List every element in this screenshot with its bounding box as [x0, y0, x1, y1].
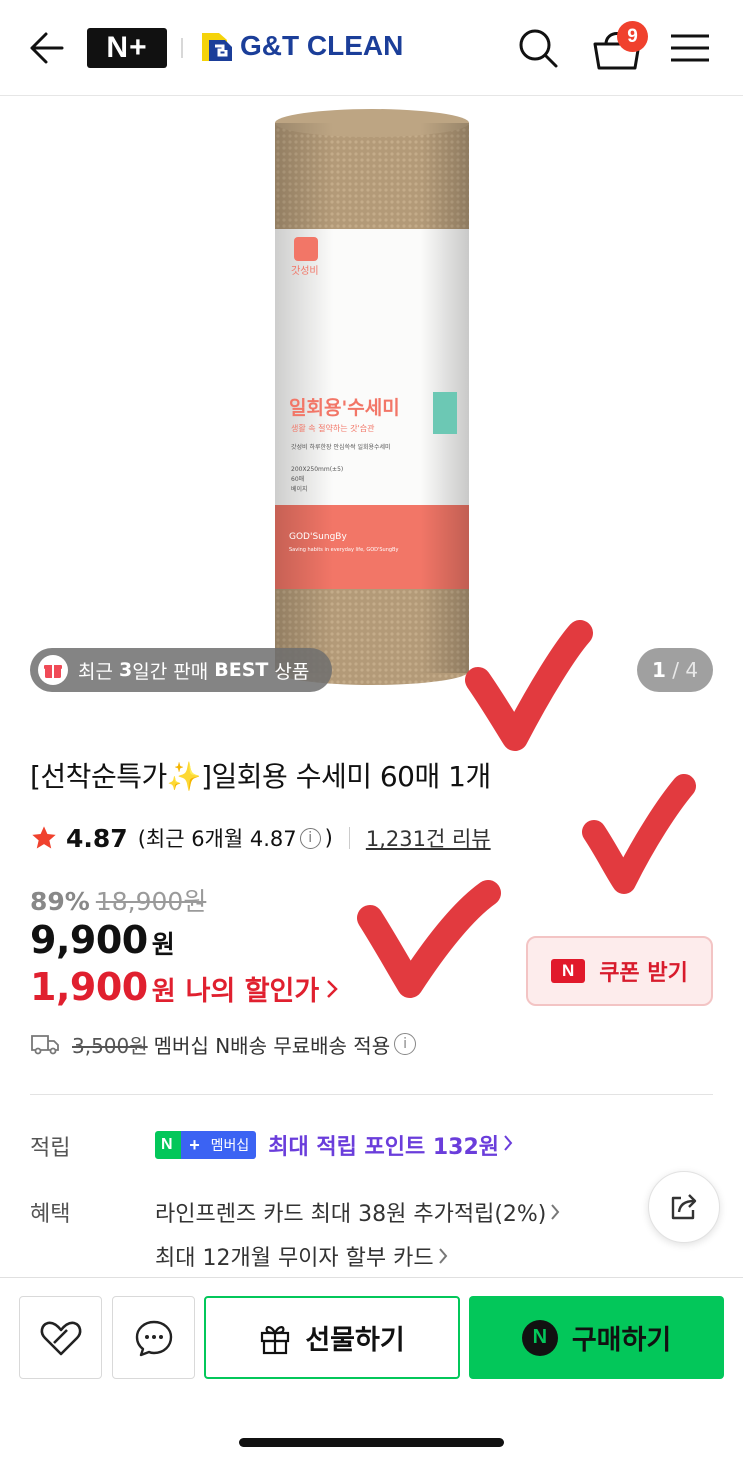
label-brand: 갓성비 — [291, 265, 319, 277]
point-benefit-link[interactable]: N + 멤버십 최대 적립 포인트 132원 — [155, 1128, 513, 1162]
heart-icon — [40, 1321, 81, 1355]
home-indicator — [239, 1438, 504, 1447]
chevron-right-icon — [503, 1133, 513, 1158]
star-icon — [32, 826, 56, 849]
page-total: 4 — [685, 658, 699, 682]
benefit-text: 최대 12개월 무이자 할부 카드 — [155, 1246, 434, 1271]
discount-rate: 89% — [30, 887, 90, 916]
label-spec: 200X250mm(±5) — [291, 466, 343, 473]
best-badge-text: 최근 — [78, 660, 119, 683]
delivery-text: 멤버십 N배송 무료배송 적용 — [153, 1033, 391, 1058]
page-current: 1 — [651, 658, 666, 682]
installment-benefit-link[interactable]: 최대 12개월 무이자 할부 카드 — [155, 1240, 448, 1272]
sale-price: 9,900 — [30, 918, 148, 962]
label-product-name: 일회용'수세미 — [289, 397, 400, 419]
best-badge-text: 상품 — [268, 660, 310, 683]
menu-icon[interactable] — [668, 30, 712, 66]
discount-row: 89% 18,900원 — [30, 882, 206, 918]
membership-text: 멤버십 — [208, 1131, 257, 1159]
share-button[interactable] — [648, 1171, 720, 1243]
point-label: 적립 — [30, 1136, 71, 1161]
chevron-right-icon — [550, 1202, 560, 1227]
chevron-right-icon — [438, 1246, 448, 1271]
benefit-text: 라인프렌즈 카드 최대 38원 추가적립(2%) — [155, 1202, 547, 1227]
check-mark-icon — [582, 774, 696, 894]
wishlist-button[interactable] — [19, 1296, 102, 1379]
page-separator: / — [665, 658, 686, 682]
bottom-action-bar: 선물하기 N 구매하기 — [0, 1277, 743, 1461]
info-icon[interactable]: i — [394, 1033, 417, 1055]
membership-n: N — [155, 1131, 181, 1159]
best-badge-days: 3 — [119, 659, 133, 681]
best-badge-best: BEST — [214, 659, 269, 681]
top-header: N+ G&T CLEAN 9 — [0, 0, 743, 96]
chevron-right-icon — [325, 977, 339, 1007]
my-price: 1,900 — [30, 965, 148, 1009]
info-icon[interactable]: i — [299, 827, 321, 849]
logo-divider — [181, 38, 183, 58]
coupon-download-button[interactable]: N 쿠폰 받기 — [526, 936, 713, 1006]
naver-plus-membership-badge: N + 멤버십 — [155, 1131, 257, 1159]
label-band-sub: Saving habits in everyday life, GOD'Sung… — [289, 547, 398, 553]
talk-talk-button[interactable] — [112, 1296, 195, 1379]
label-tagline: 생활 속 절약하는 갓'습관 — [291, 423, 375, 433]
label-desc: 갓성비 하루한장 안심쓱싹 일회용수세미 — [291, 443, 391, 451]
brand-name[interactable]: G&T CLEAN — [240, 30, 403, 62]
brand-logo-icon[interactable] — [199, 30, 235, 64]
my-discount-price-link[interactable]: 1,900 원 나의 할인가 — [30, 965, 339, 1009]
rating-recent: (최근 6개월 4.87 — [137, 827, 297, 851]
best-badge-text: 일간 판매 — [132, 660, 215, 683]
rating-row: 4.87 (최근 6개월 4.87 i ) 1,231건 리뷰 — [30, 820, 491, 856]
label-spec: 60매 — [291, 475, 304, 483]
best-seller-badge: 최근 3 일간 판매 BEST 상품 — [30, 648, 332, 692]
buy-button[interactable]: N 구매하기 — [469, 1296, 724, 1379]
divider — [348, 827, 350, 849]
point-text: 최대 적립 포인트 — [268, 1135, 433, 1160]
gift-button[interactable]: 선물하기 — [204, 1296, 460, 1379]
naver-pay-icon: N — [551, 959, 586, 983]
label-spec: 베이지 — [291, 485, 308, 493]
product-title: [선착순특가✨]일회용 수세미 60매 1개 — [30, 760, 491, 793]
gift-box-icon — [38, 655, 68, 685]
my-price-label: 나의 할인가 — [185, 976, 320, 1007]
product-image-gallery[interactable]: 갓성비 일회용'수세미 생활 속 절약하는 갓'습관 갓성비 하루한장 안심쓱싹… — [0, 97, 743, 714]
coupon-label: 쿠폰 받기 — [599, 961, 688, 986]
plus-icon: + — [180, 1131, 209, 1159]
label-band-title: GOD'SungBy — [289, 532, 347, 542]
search-icon[interactable] — [516, 26, 560, 70]
share-icon — [671, 1194, 697, 1220]
section-divider — [30, 1094, 713, 1095]
back-arrow-icon[interactable] — [26, 28, 66, 68]
rating-recent-close: ) — [324, 826, 333, 850]
card-benefit-link[interactable]: 라인프렌즈 카드 최대 38원 추가적립(2%) — [155, 1196, 560, 1228]
chat-bubble-icon — [135, 1320, 172, 1356]
cart-count-badge: 9 — [617, 21, 648, 52]
benefit-label: 혜택 — [30, 1202, 71, 1227]
my-price-unit: 원 — [151, 977, 176, 1007]
check-mark-icon — [357, 880, 501, 998]
naver-plus-logo[interactable]: N+ — [87, 28, 167, 68]
review-count-link[interactable]: 1,231건 리뷰 — [366, 823, 491, 853]
truck-icon — [31, 1035, 59, 1055]
gift-label: 선물하기 — [305, 1325, 405, 1356]
delivery-info: 3,500원 멤버십 N배송 무료배송 적용 i — [30, 1028, 417, 1060]
sale-price-unit: 원 — [151, 930, 175, 959]
original-price: 18,900원 — [95, 887, 207, 916]
point-amount: 132원 — [432, 1135, 500, 1160]
buy-label: 구매하기 — [571, 1325, 672, 1356]
sale-price-row: 9,900 원 — [30, 918, 175, 962]
product-photo: 갓성비 일회용'수세미 생활 속 절약하는 갓'습관 갓성비 하루한장 안심쓱싹… — [275, 109, 469, 685]
gift-icon — [261, 1325, 290, 1354]
image-page-counter: 1 / 4 — [637, 648, 713, 692]
naver-pay-icon: N — [521, 1319, 558, 1356]
delivery-original-fee: 3,500원 — [72, 1033, 148, 1058]
rating-score: 4.87 — [66, 823, 128, 853]
